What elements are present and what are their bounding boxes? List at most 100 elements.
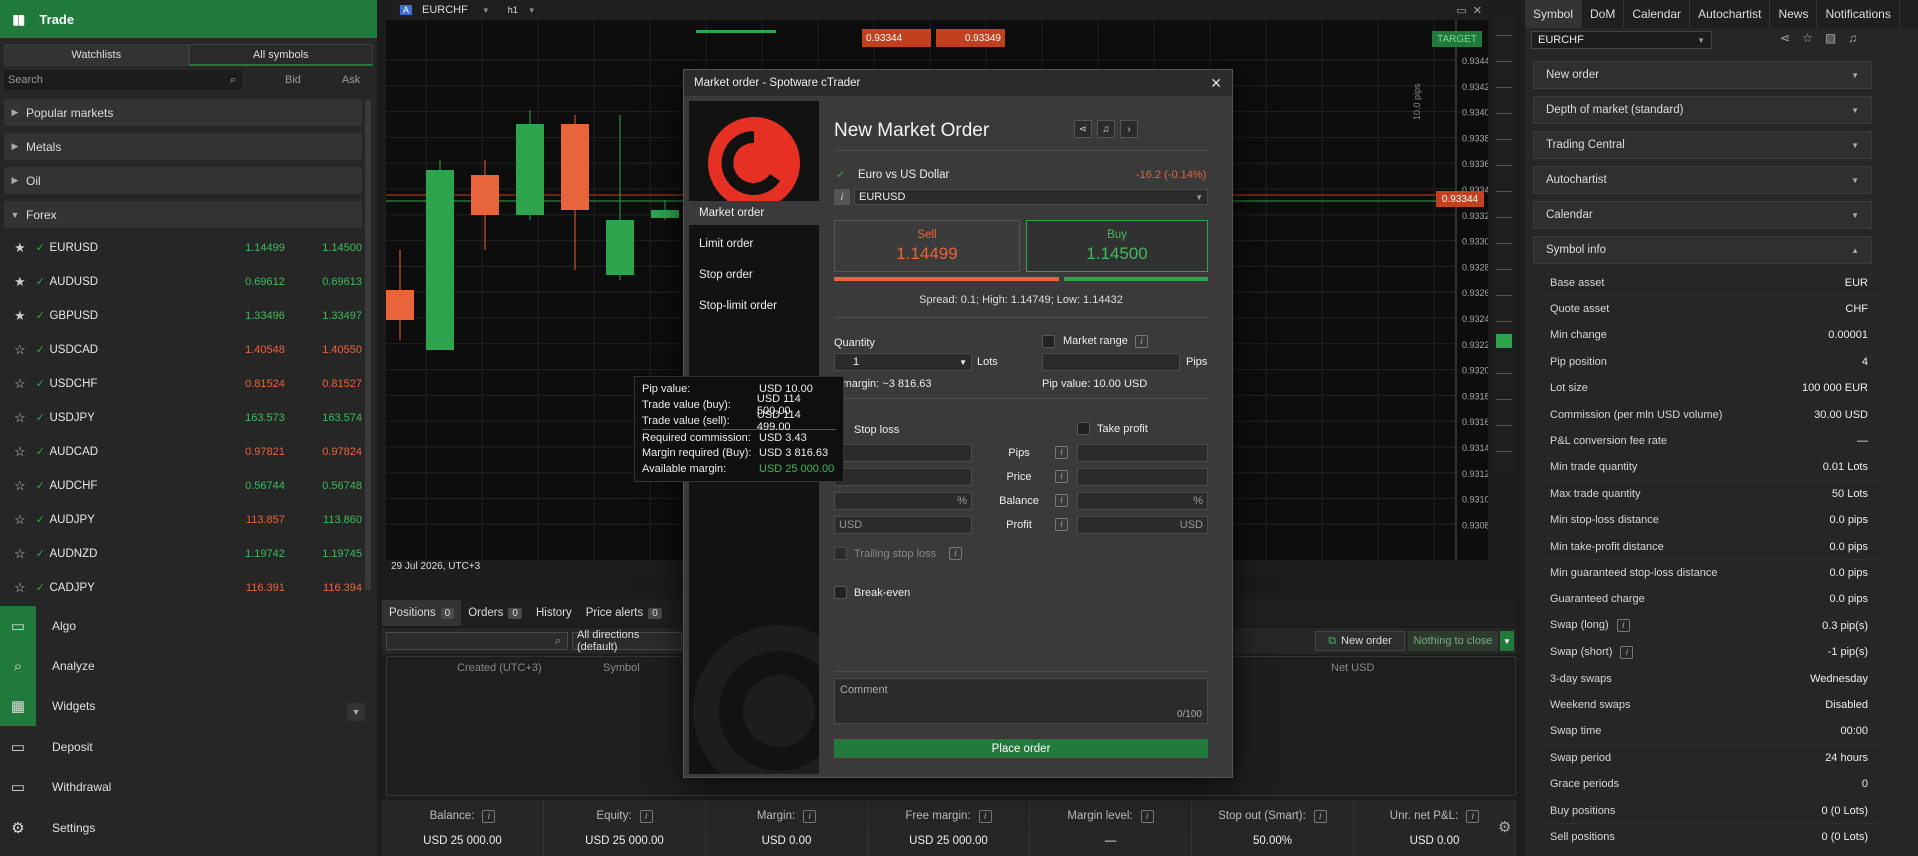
group-forex[interactable]: ▼ Forex xyxy=(4,201,362,228)
drawing-tool-icon[interactable] xyxy=(1496,230,1512,244)
info-icon[interactable]: i xyxy=(1135,335,1148,348)
symbol-row[interactable]: ☆ ✓ CADJPY 116.391 116.394 xyxy=(4,571,362,604)
drawing-tool-icon[interactable] xyxy=(1496,256,1512,270)
tab-notifications[interactable]: Notifications xyxy=(1817,0,1900,28)
symbol-bid[interactable]: 1.14499 xyxy=(208,242,285,254)
tab-news[interactable]: News xyxy=(1770,0,1818,28)
col-net-usd[interactable]: Net USD xyxy=(1331,662,1374,674)
symbol-bid[interactable]: 0.69612 xyxy=(208,276,285,288)
symbol-row[interactable]: ★ ✓ GBPUSD 1.33496 1.33497 xyxy=(4,299,362,332)
symbol-row[interactable]: ☆ ✓ AUDCAD 0.97821 0.97824 xyxy=(4,435,362,468)
star-filled-icon[interactable]: ★ xyxy=(4,274,36,290)
chart-ask-tag[interactable]: 0.93349 xyxy=(936,29,1005,47)
drawing-tool-icon[interactable] xyxy=(1496,282,1512,296)
symbol-row[interactable]: ☆ ✓ AUDJPY 113.857 113.860 xyxy=(4,503,362,536)
trade-header[interactable]: ▮▮ Trade xyxy=(0,0,377,38)
symbol-select[interactable]: EURCHF ▼ xyxy=(1531,31,1712,49)
drawing-tool-icon[interactable] xyxy=(1496,22,1512,36)
share-icon[interactable]: ⋖ xyxy=(1074,120,1092,138)
stop-loss-input-profit[interactable]: USD xyxy=(834,516,972,534)
nav-deposit[interactable]: ▭ Deposit xyxy=(0,727,377,767)
symbol-row[interactable]: ★ ✓ EURUSD 1.14499 1.14500 xyxy=(4,231,362,264)
symbol-bid[interactable]: 1.40548 xyxy=(208,344,285,356)
place-order-button[interactable]: Place order xyxy=(834,739,1208,758)
info-icon[interactable]: i xyxy=(1620,645,1634,659)
tab-all-symbols[interactable]: All symbols xyxy=(188,44,373,66)
symbol-row[interactable]: ☆ ✓ USDCHF 0.81524 0.81527 xyxy=(4,367,362,400)
tab-watchlists[interactable]: Watchlists xyxy=(4,44,189,66)
tab-calendar[interactable]: Calendar xyxy=(1624,0,1691,28)
symbol-bid[interactable]: 1.33496 xyxy=(208,310,285,322)
take-profit-input-price[interactable] xyxy=(1077,468,1208,486)
widgets-expand-button[interactable]: ▼ xyxy=(347,703,365,721)
nav-widgets[interactable]: ▦ Widgets xyxy=(0,686,377,726)
symbol-bid[interactable]: 113.857 xyxy=(208,514,285,526)
order-type-market-order[interactable]: Market order xyxy=(689,201,819,225)
close-icon[interactable]: ✕ xyxy=(1210,75,1222,92)
candle-body[interactable] xyxy=(561,124,589,210)
star-icon[interactable]: ☆ xyxy=(4,478,36,494)
symbol-row[interactable]: ☆ ✓ AUDCHF 0.56744 0.56748 xyxy=(4,469,362,502)
sell-button[interactable]: Sell 1.14499 xyxy=(834,220,1020,272)
symbol-bid[interactable]: 116.391 xyxy=(208,582,285,594)
drawing-tool-icon[interactable] xyxy=(1496,412,1512,426)
tab-symbol[interactable]: Symbol xyxy=(1525,0,1583,28)
symbol-ask[interactable]: 0.69613 xyxy=(285,276,362,288)
info-icon[interactable]: i xyxy=(1616,619,1630,633)
take-profit-input-profit[interactable]: USD xyxy=(1077,516,1208,534)
stop-loss-input-pips[interactable] xyxy=(834,444,972,462)
take-profit-input-balance[interactable]: % xyxy=(1077,492,1208,510)
star-icon[interactable]: ☆ xyxy=(4,512,36,528)
nav-withdrawal[interactable]: ▭ Withdrawal xyxy=(0,767,377,807)
chart-timeframe[interactable]: h1 xyxy=(508,5,518,15)
drawing-tool-icon[interactable] xyxy=(1496,386,1512,400)
chart-symbol[interactable]: EURCHF xyxy=(422,4,468,16)
symbol-bid[interactable]: 0.81524 xyxy=(208,378,285,390)
section-calendar[interactable]: Calendar ▼ xyxy=(1533,201,1872,229)
symbol-ask[interactable]: 1.19745 xyxy=(285,548,362,560)
section-new-order[interactable]: New order ▼ xyxy=(1533,61,1872,89)
section-trading-central[interactable]: Trading Central ▼ xyxy=(1533,131,1872,159)
tab-price-alerts[interactable]: Price alerts 0 xyxy=(579,600,669,626)
market-range-checkbox[interactable] xyxy=(1042,335,1055,348)
symbol-ask[interactable]: 1.14500 xyxy=(285,242,362,254)
drawing-tool-icon[interactable] xyxy=(1496,360,1512,374)
tab-history[interactable]: History xyxy=(529,600,579,626)
search-input[interactable]: Search ⌕ xyxy=(4,70,242,90)
section-autochartist[interactable]: Autochartist ▼ xyxy=(1533,166,1872,194)
info-icon[interactable]: i xyxy=(1055,494,1068,507)
maximize-icon[interactable]: ▭ xyxy=(1456,4,1466,17)
drawing-tool-icon[interactable] xyxy=(1496,48,1512,62)
symbol-bid[interactable]: 0.56744 xyxy=(208,480,285,492)
tab-orders[interactable]: Orders 0 xyxy=(461,600,529,626)
drawing-tool-icon[interactable] xyxy=(1496,74,1512,88)
stop-loss-input-balance[interactable]: % xyxy=(834,492,972,510)
quantity-stepper[interactable]: 1 ▼ xyxy=(834,353,972,371)
candle-body[interactable] xyxy=(516,124,544,215)
candle-body[interactable] xyxy=(606,220,634,275)
symbol-row[interactable]: ☆ ✓ USDCAD 1.40548 1.40550 xyxy=(4,333,362,366)
trailing-stop-checkbox[interactable] xyxy=(834,547,847,560)
market-range-input[interactable] xyxy=(1042,353,1180,371)
chart-icon[interactable]: ▨ xyxy=(1825,31,1836,45)
star-icon[interactable]: ☆ xyxy=(4,376,36,392)
drawing-tool-icon[interactable] xyxy=(1496,178,1512,192)
take-profit-checkbox[interactable] xyxy=(1077,422,1090,435)
symbol-row[interactable]: ★ ✓ AUDUSD 0.69612 0.69613 xyxy=(4,265,362,298)
group-oil[interactable]: ▶ Oil xyxy=(4,167,362,194)
drawing-tool-icon[interactable] xyxy=(1496,334,1512,348)
order-type-limit-order[interactable]: Limit order xyxy=(689,232,819,256)
stop-loss-input-price[interactable] xyxy=(834,468,972,486)
chevron-down-icon[interactable]: ▼ xyxy=(482,6,490,15)
bell-icon[interactable]: ♫ xyxy=(1848,31,1857,45)
symbol-bid[interactable]: 0.97821 xyxy=(208,446,285,458)
symbol-bid[interactable]: 163.573 xyxy=(208,412,285,424)
nav-analyze[interactable]: ⌕ Analyze xyxy=(0,646,377,686)
drawing-tool-icon[interactable] xyxy=(1496,152,1512,166)
candle-body[interactable] xyxy=(471,175,499,215)
info-icon[interactable]: i xyxy=(1055,518,1068,531)
symbol-ask[interactable]: 0.56748 xyxy=(285,480,362,492)
info-icon[interactable]: i xyxy=(949,547,962,560)
symbol-ask[interactable]: 1.33497 xyxy=(285,310,362,322)
candle-body[interactable] xyxy=(426,170,454,350)
